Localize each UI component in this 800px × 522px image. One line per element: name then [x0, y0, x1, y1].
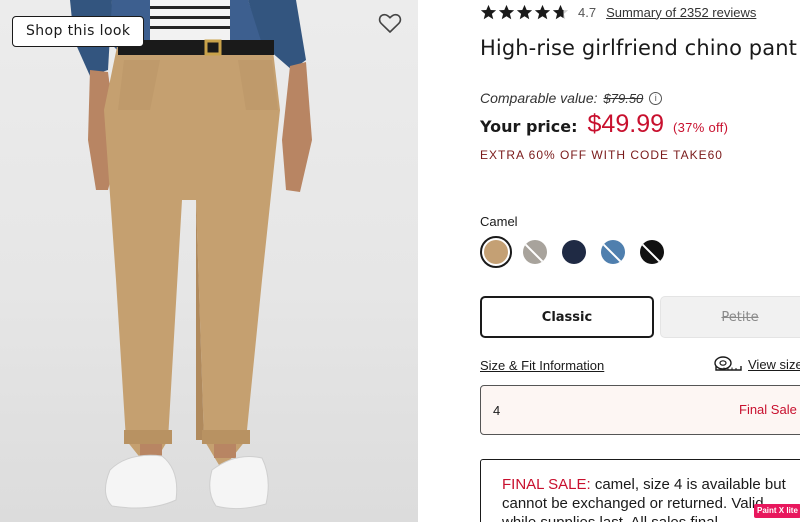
swatch-fill [640, 240, 664, 264]
star-icon [498, 4, 515, 19]
swatch-fill [523, 240, 547, 264]
final-sale-notice: FINAL SALE: camel, size 4 is available b… [480, 459, 800, 522]
star-icon [480, 4, 497, 19]
wishlist-button[interactable] [378, 12, 406, 38]
color-swatch-black[interactable] [636, 236, 668, 268]
reviews-summary-link[interactable]: Summary of 2352 reviews [606, 5, 756, 20]
your-price-label: Your price: [480, 117, 578, 136]
swatch-fill [562, 240, 586, 264]
product-details-panel: 4.7 Summary of 2352 reviews High-rise gi… [418, 0, 800, 522]
comparable-value: Comparable value: $79.50 i [480, 90, 663, 106]
discount-percent: (37% off) [673, 120, 729, 135]
info-icon[interactable]: i [649, 91, 663, 105]
heart-outline-icon [378, 13, 402, 33]
product-title: High-rise girlfriend chino pant [480, 36, 797, 60]
color-swatch-navy[interactable] [558, 236, 590, 268]
color-swatch-camel[interactable] [480, 236, 512, 268]
view-size-chart-link[interactable]: View size [714, 355, 800, 373]
size-selector[interactable]: 4 Final Sale [480, 385, 800, 435]
color-swatch-grey[interactable] [519, 236, 551, 268]
unavailable-slash [640, 241, 664, 264]
shop-this-look-button[interactable]: Shop this look [12, 16, 145, 47]
fit-petite-button[interactable]: Petite [660, 296, 800, 338]
comparable-label: Comparable value: [480, 90, 598, 106]
color-swatch-chambray-blue[interactable] [597, 236, 629, 268]
selected-color-label: Camel [480, 214, 518, 229]
star-icon [516, 4, 533, 19]
rating-row: 4.7 Summary of 2352 reviews [480, 2, 756, 22]
star-rating [480, 4, 570, 21]
view-size-chart-label: View size [748, 356, 800, 372]
star-icon [552, 4, 569, 19]
unavailable-slash [523, 241, 547, 264]
your-price: Your price: $49.99 (37% off) [480, 110, 728, 139]
sale-price: $49.99 [587, 110, 664, 138]
product-image: Shop this look [0, 0, 418, 522]
paint-x-lite-badge: Paint X lite [754, 504, 800, 518]
rating-value: 4.7 [578, 4, 597, 20]
fit-classic-button[interactable]: Classic [480, 296, 654, 338]
comparable-price: $79.50 [603, 90, 644, 106]
promo-code-message: EXTRA 60% OFF WITH CODE TAKE60 [480, 148, 723, 162]
swatch-fill [601, 240, 625, 264]
star-icon [534, 4, 551, 19]
size-fit-info-link[interactable]: Size & Fit Information [480, 358, 604, 373]
measuring-tape-icon [714, 356, 742, 371]
final-sale-heading: FINAL SALE: [502, 476, 591, 493]
color-swatches [480, 236, 675, 268]
final-sale-tag: Final Sale [739, 402, 797, 417]
swatch-fill [484, 240, 508, 264]
selected-size: 4 [493, 403, 501, 418]
unavailable-slash [601, 241, 625, 264]
model-photo [70, 0, 312, 510]
